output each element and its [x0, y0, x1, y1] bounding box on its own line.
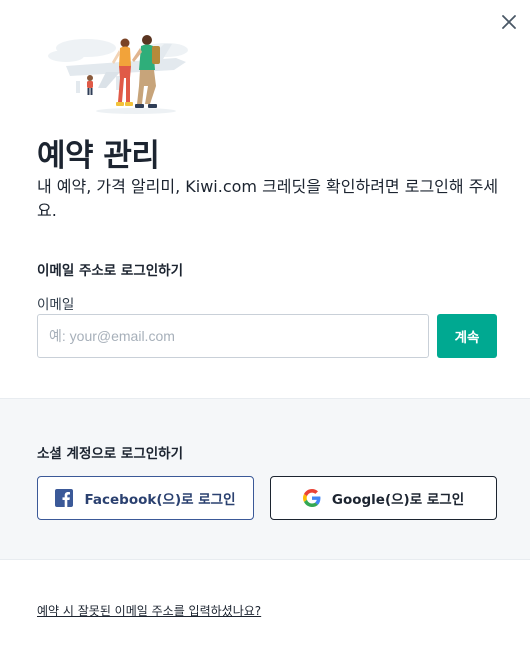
wrong-email-link[interactable]: 예약 시 잘못된 이메일 주소를 입력하셨나요? — [37, 602, 261, 619]
facebook-login-label: Facebook(으)로 로그인 — [84, 492, 236, 508]
login-modal: 예약 관리 내 예약, 가격 알리미, Kiwi.com 크레딧을 확인하려면 … — [0, 0, 530, 652]
social-login-section: 소셜 계정으로 로그인하기 Facebook(으)로 로그인 Google(으)… — [0, 398, 530, 560]
email-login-heading: 이메일 주소로 로그인하기 — [37, 263, 184, 279]
facebook-icon — [55, 489, 74, 507]
continue-button[interactable]: 계속 — [437, 314, 497, 358]
social-login-heading: 소셜 계정으로 로그인하기 — [37, 446, 184, 462]
google-icon — [302, 489, 321, 507]
page-title: 예약 관리 — [37, 138, 160, 174]
close-icon — [502, 15, 516, 29]
google-login-label: Google(으)로 로그인 — [331, 492, 465, 508]
email-field-label: 이메일 — [37, 297, 75, 313]
page-subtitle: 내 예약, 가격 알리미, Kiwi.com 크레딧을 확인하려면 로그인해 주… — [37, 177, 499, 220]
close-button[interactable] — [498, 11, 520, 33]
email-field[interactable] — [37, 314, 429, 358]
facebook-login-button[interactable]: Facebook(으)로 로그인 — [37, 476, 254, 520]
google-login-button[interactable]: Google(으)로 로그인 — [270, 476, 497, 520]
travelers-illustration — [48, 35, 188, 114]
